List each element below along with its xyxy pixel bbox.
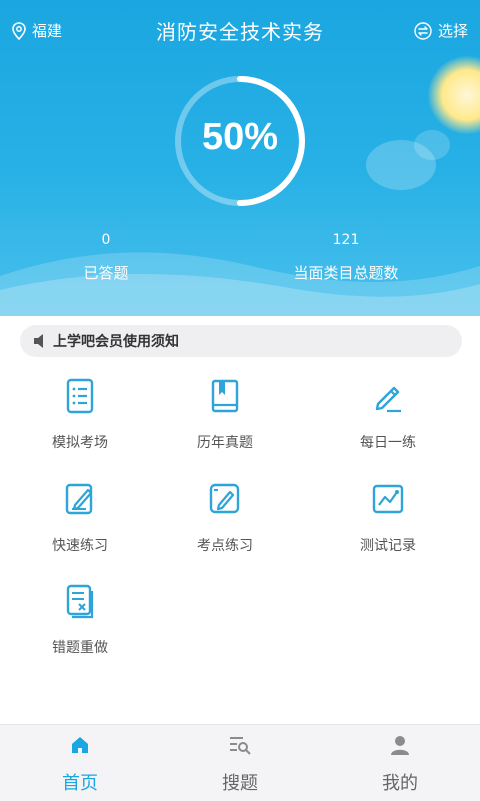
tab-mine[interactable]: 我的 [320, 735, 480, 795]
menu-item-topic-practice[interactable]: 考点练习 [145, 480, 305, 555]
menu-item-label: 历年真题 [197, 435, 253, 451]
home-icon [72, 737, 88, 753]
tab-label: 首页 [62, 773, 98, 794]
menu-item-label: 错题重做 [52, 640, 108, 656]
cloud-decoration [414, 130, 450, 160]
choose-button[interactable]: 选择 [414, 20, 468, 41]
total-label: 当面类目总题数 [293, 264, 399, 282]
total-count: 121 [332, 232, 360, 248]
answered-stat: 0 已答题 [6, 232, 206, 283]
sun-decoration [428, 56, 480, 134]
pencil-icon [375, 386, 401, 413]
menu-item-daily-practice[interactable]: 每日一练 [308, 377, 468, 452]
tab-label: 搜题 [222, 773, 258, 794]
answered-count: 0 [101, 232, 111, 248]
menu-item-label: 每日一练 [360, 435, 416, 451]
menu-item-label: 测试记录 [360, 538, 416, 554]
menu-item-quick-practice[interactable]: 快速练习 [0, 480, 160, 555]
total-stat: 121 当面类目总题数 [246, 232, 446, 283]
menu-item-test-records[interactable]: 测试记录 [308, 480, 468, 555]
menu-item-past-papers[interactable]: 历年真题 [145, 377, 305, 452]
speaker-icon [34, 334, 43, 348]
list-doc-icon [66, 378, 94, 414]
notice-text: 上学吧会员使用须知 [53, 334, 179, 350]
search-list-icon [230, 737, 251, 755]
tab-label: 我的 [382, 773, 418, 794]
chart-record-icon [372, 484, 404, 514]
page-title: 消防安全技术实务 [156, 20, 324, 44]
menu-item-label: 考点练习 [197, 538, 253, 554]
menu-item-mock-exam[interactable]: 模拟考场 [0, 377, 160, 452]
user-icon [391, 736, 409, 755]
swap-icon [414, 21, 432, 40]
tab-home[interactable]: 首页 [0, 735, 160, 795]
tab-search[interactable]: 搜题 [160, 735, 320, 795]
choose-label: 选择 [437, 22, 468, 40]
answered-label: 已答题 [83, 264, 129, 282]
menu-item-label: 模拟考场 [52, 435, 108, 451]
notice-bar[interactable]: 上学吧会员使用须知 [20, 325, 462, 357]
edit-note-icon [65, 483, 93, 515]
header-banner: 福建 消防安全技术实务 选择 50% 0 已答题 121 当面类目总题数 [0, 0, 480, 316]
progress-percent: 50% [201, 116, 279, 158]
bottom-tab-bar: 首页 搜题 我的 [0, 724, 480, 801]
top-bar: 福建 消防安全技术实务 选择 [0, 0, 480, 58]
pen-card-icon [209, 483, 240, 514]
book-icon [211, 379, 239, 413]
wrong-doc-icon [66, 584, 94, 619]
menu-item-label: 快速练习 [52, 538, 108, 554]
menu-item-redo-wrong[interactable]: 错题重做 [0, 582, 160, 657]
